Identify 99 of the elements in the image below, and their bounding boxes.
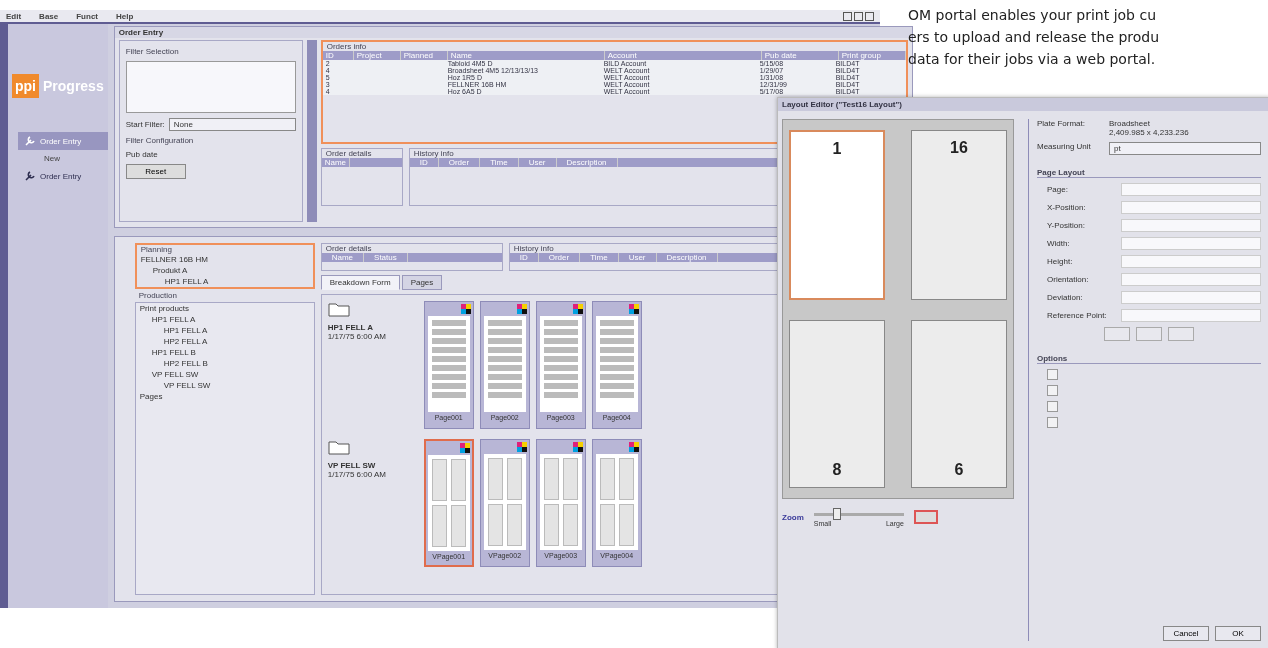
input-field[interactable] (1121, 291, 1261, 304)
window-controls-icon[interactable] (843, 11, 874, 21)
field-label: X-Position: (1047, 203, 1087, 212)
tree-item[interactable]: Produkt A (136, 265, 313, 276)
checkbox[interactable] (1047, 385, 1058, 396)
tree-item[interactable]: HP2 FELL B (135, 358, 314, 369)
color-icon (460, 304, 471, 314)
tab[interactable]: Pages (401, 275, 443, 290)
plate-format-value: Broadsheet (1109, 119, 1151, 128)
panel-title: History info (512, 244, 555, 253)
caption-text: OM portal enables your print job cu (908, 6, 1157, 25)
field-label: Page: (1047, 185, 1069, 194)
color-icon (628, 304, 639, 314)
field-label: Y-Position: (1047, 221, 1086, 230)
section-heading: Filter Selection (125, 47, 180, 56)
align-button[interactable] (1104, 327, 1130, 341)
menu-item[interactable]: Base (39, 11, 59, 21)
menu-item[interactable]: Funct (76, 11, 98, 21)
panel-title: Order details (324, 244, 373, 253)
tree-item[interactable]: FELLNER 16B HM (136, 254, 313, 265)
field-label: Start Filter: (125, 120, 165, 129)
collapse-strip[interactable] (306, 40, 317, 222)
layout-page[interactable]: 1 (789, 130, 885, 300)
panel-title: Planning (139, 245, 173, 254)
tree-item[interactable]: HP1 FELL B (135, 347, 314, 358)
tree-item[interactable]: HP1 FELL A (136, 276, 313, 287)
color-icon (572, 304, 583, 314)
section-heading: Page Layout (1037, 168, 1261, 178)
checkbox[interactable] (1047, 417, 1058, 428)
page-number: 16 (950, 139, 968, 157)
field-label: Reference Point: (1047, 311, 1108, 320)
dialog-title: Layout Editor ("Test16 Layout") (778, 98, 1268, 111)
group-date: 1/17/75 6:00 AM (327, 470, 387, 479)
input-field[interactable] (1121, 183, 1261, 196)
sidebar-subitem[interactable]: New (8, 154, 108, 163)
section-heading: Options (1037, 354, 1261, 364)
wrench-icon (24, 135, 36, 147)
reset-button[interactable]: Reset (125, 164, 186, 179)
plate-format-value: 2,409.985 x 4,233.236 (1109, 128, 1189, 137)
checkbox[interactable] (1047, 369, 1058, 380)
page-number: 1 (832, 140, 842, 158)
panel-title: Production (137, 291, 178, 300)
color-icon (516, 304, 527, 314)
field-label: Height: (1047, 257, 1074, 266)
field-label: Plate Format: (1037, 119, 1086, 128)
field-label: Width: (1047, 239, 1071, 248)
layout-page[interactable]: 6 (911, 320, 1007, 488)
tab[interactable]: Breakdown Form (320, 275, 400, 290)
sidebar-item[interactable]: Order Entry (18, 167, 108, 185)
dialog-button[interactable]: OK (1215, 626, 1261, 641)
input-field[interactable] (1121, 219, 1261, 232)
align-button[interactable] (1168, 327, 1194, 341)
caption-text: data for their jobs via a web portal. (908, 50, 1157, 69)
group-name: HP1 FELL A (327, 323, 375, 332)
group-date: 1/17/75 6:00 AM (327, 332, 387, 341)
input-field[interactable] (1121, 201, 1261, 214)
logo-mark: ppi (12, 74, 39, 98)
fit-button[interactable] (913, 510, 938, 524)
dialog-button[interactable]: Cancel (1163, 626, 1209, 641)
filter-list[interactable] (125, 61, 296, 113)
measuring-unit-dropdown[interactable]: pt (1109, 142, 1261, 155)
menu-item[interactable]: Help (116, 11, 134, 21)
page-number: 6 (954, 461, 964, 479)
slider-thumb[interactable] (833, 508, 842, 520)
align-button[interactable] (1136, 327, 1162, 341)
group-name: VP FELL SW (327, 461, 377, 470)
menu-item[interactable]: Edit (6, 11, 22, 21)
tree-item[interactable]: VP FELL SW (135, 369, 314, 380)
tree-item[interactable]: HP2 FELL A (135, 336, 314, 347)
checkbox[interactable] (1047, 401, 1058, 412)
panel-title: History info (412, 149, 455, 158)
input-field[interactable] (1121, 237, 1261, 250)
input-field[interactable] (1121, 309, 1261, 322)
field-label: Measuring Unit (1037, 142, 1092, 151)
input-field[interactable] (1121, 255, 1261, 268)
tree-item[interactable]: Pages (135, 391, 314, 402)
tree-item[interactable]: Print products (135, 303, 314, 314)
input-field[interactable] (1121, 273, 1261, 286)
layout-page[interactable]: 16 (911, 130, 1007, 300)
field-label: Pub date (125, 150, 159, 159)
zoom-label: Zoom (782, 512, 804, 522)
page-number: 8 (832, 461, 842, 479)
field-label: Orientation: (1047, 275, 1090, 284)
color-icon (572, 442, 583, 452)
wrench-icon (24, 170, 36, 182)
color-icon (628, 442, 639, 452)
panel-title: Order details (324, 149, 373, 158)
folder-icon (327, 439, 350, 455)
layout-page[interactable]: 8 (789, 320, 885, 488)
section-heading: Filter Configuration (125, 136, 195, 145)
color-icon (459, 443, 470, 453)
field-label: Deviation: (1047, 293, 1084, 302)
color-icon (516, 442, 527, 452)
tree-item[interactable]: HP1 FELL A (135, 325, 314, 336)
folder-icon (327, 301, 350, 317)
start-filter-dropdown[interactable]: None (168, 118, 296, 131)
tree-item[interactable]: HP1 FELL A (135, 314, 314, 325)
panel-title: Orders info (325, 42, 368, 51)
tree-item[interactable]: VP FELL SW (135, 380, 314, 391)
